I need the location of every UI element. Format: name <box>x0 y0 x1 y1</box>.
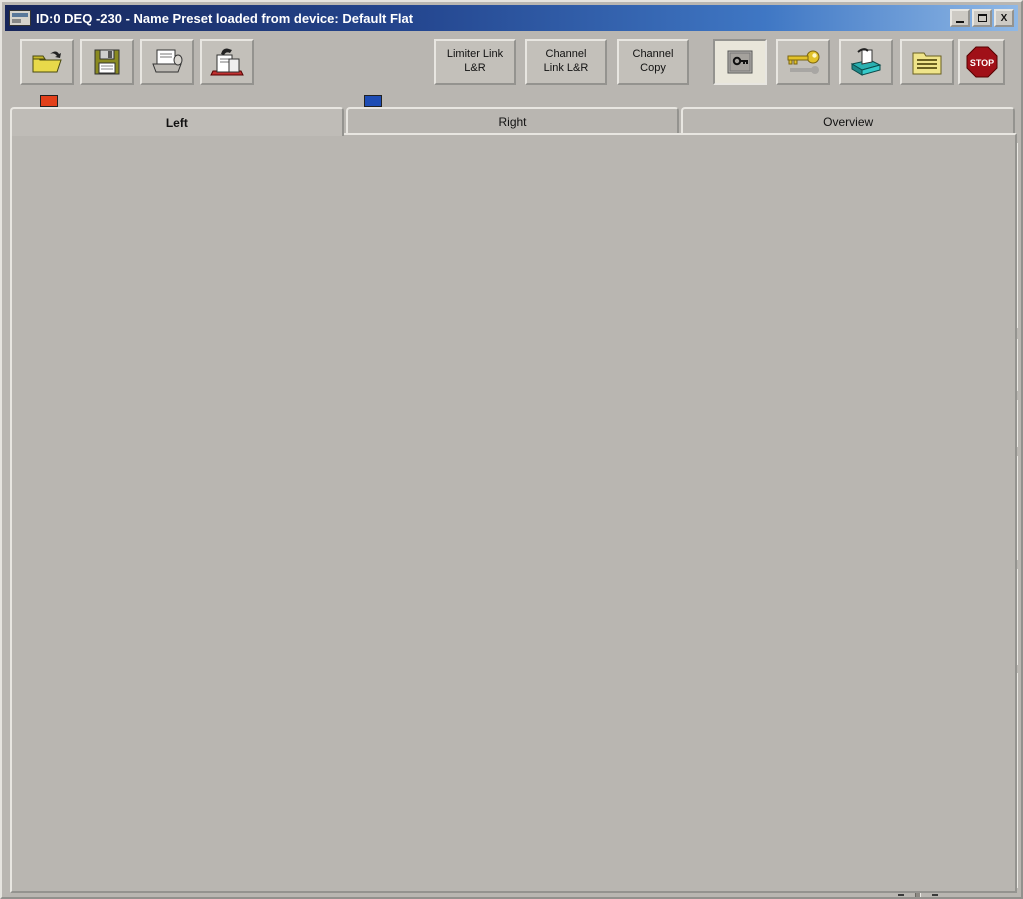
app-icon <box>9 10 31 26</box>
close-button[interactable]: X <box>994 9 1014 27</box>
transfer-device-button[interactable] <box>839 39 893 85</box>
tab-strip: LeftRightOverview <box>10 107 1017 134</box>
open-file-button[interactable] <box>20 39 74 85</box>
key-lock-button[interactable] <box>713 39 767 85</box>
print-button[interactable] <box>140 39 194 85</box>
channel-indicator-left <box>40 95 58 107</box>
preset-notes-button[interactable] <box>900 39 954 85</box>
main-panel <box>10 133 1017 893</box>
password-key-button[interactable] <box>776 39 830 85</box>
title-bar: ID:0 DEQ -230 - Name Preset loaded from … <box>5 5 1018 31</box>
notes-folder-icon <box>910 47 944 77</box>
minimize-icon <box>956 21 964 23</box>
tab-overview[interactable]: Overview <box>681 107 1015 134</box>
floppy-disk-icon <box>92 47 122 77</box>
limiter-link-button[interactable]: Limiter Link L&R <box>434 39 516 85</box>
open-folder-icon <box>30 47 64 77</box>
stop-label: STOP <box>969 58 993 68</box>
tab-right[interactable]: Right <box>346 107 680 134</box>
device-transfer-icon <box>848 46 884 78</box>
maximize-icon <box>978 14 987 22</box>
maximize-button[interactable] <box>972 9 992 27</box>
stop-button[interactable]: STOP <box>958 39 1005 85</box>
window-title: ID:0 DEQ -230 - Name Preset loaded from … <box>36 11 413 26</box>
printer-pen-icon <box>209 45 245 79</box>
app-window: ID:0 DEQ -230 - Name Preset loaded from … <box>0 0 1023 899</box>
gold-key-icon <box>784 47 822 77</box>
save-button[interactable] <box>80 39 134 85</box>
tab-left[interactable]: Left <box>10 107 344 136</box>
printer-icon <box>149 46 185 78</box>
stop-icon: STOP <box>965 45 999 79</box>
print-export-button[interactable] <box>200 39 254 85</box>
channel-indicator-right <box>364 95 382 107</box>
key-lock-icon <box>725 48 755 76</box>
minimize-button[interactable] <box>950 9 970 27</box>
channel-copy-button[interactable]: Channel Copy <box>617 39 689 85</box>
channel-link-button[interactable]: Channel Link L&R <box>525 39 607 85</box>
